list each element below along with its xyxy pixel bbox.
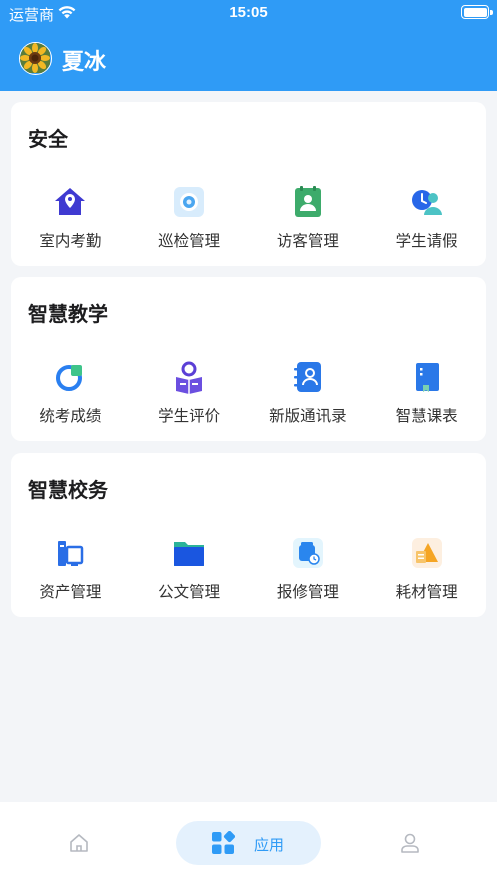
status-time: 15:05 [229, 4, 268, 21]
item-label: 学生评价 [158, 408, 221, 425]
section-title: 智慧校务 [28, 480, 108, 502]
section-title: 安全 [28, 129, 68, 151]
visitor-badge-icon [294, 186, 321, 217]
app-item-contacts[interactable]: 新版通讯录 [249, 359, 368, 426]
app-item-supplies[interactable]: 耗材管理 [367, 535, 486, 602]
section-smart-teaching: 智慧教学 统考成绩 学生评价 新版通讯录 智慧课表 [11, 277, 486, 441]
item-label: 巡检管理 [158, 233, 221, 250]
item-label: 智慧课表 [395, 408, 458, 425]
pie-chart-icon [56, 365, 83, 391]
tab-profile[interactable] [390, 821, 430, 865]
home-location-icon [55, 188, 86, 215]
app-item-visitor[interactable]: 访客管理 [249, 184, 368, 251]
app-item-timetable[interactable]: 智慧课表 [367, 359, 486, 426]
item-label: 学生请假 [395, 233, 458, 250]
item-label: 公文管理 [158, 584, 221, 601]
battery-icon [461, 5, 489, 19]
contact-book-icon [293, 362, 321, 392]
student-leave-icon [411, 190, 442, 215]
app-item-exam-scores[interactable]: 统考成绩 [11, 359, 130, 426]
app-item-repairs[interactable]: 报修管理 [249, 535, 368, 602]
section-security: 安全 室内考勤 巡检管理 访客管理 学生请假 [11, 102, 486, 266]
document-folder-icon [174, 542, 205, 566]
sunflower-avatar-icon [20, 43, 50, 73]
home-icon [70, 834, 88, 852]
app-header: 运营商 15:05 夏冰 [0, 0, 497, 91]
section-title: 智慧教学 [28, 304, 108, 326]
bottom-tab-bar: 应用 [0, 802, 497, 883]
apps-icon [212, 831, 235, 854]
student-reading-icon [176, 361, 203, 394]
schedule-book-icon [415, 363, 439, 392]
app-item-indoor-attendance[interactable]: 室内考勤 [11, 184, 130, 251]
item-label: 室内考勤 [39, 233, 102, 250]
status-bar: 运营商 15:05 [0, 0, 497, 26]
inspection-camera-icon [174, 187, 205, 217]
item-label: 资产管理 [39, 584, 102, 601]
app-item-assets[interactable]: 资产管理 [11, 535, 130, 602]
item-label: 统考成绩 [39, 408, 102, 425]
repair-icon [292, 538, 323, 568]
supplies-icon [411, 538, 442, 568]
app-item-documents[interactable]: 公文管理 [130, 535, 249, 602]
app-item-student-leave[interactable]: 学生请假 [367, 184, 486, 251]
tab-apps[interactable]: 应用 [176, 821, 321, 865]
item-label: 访客管理 [276, 233, 339, 250]
user-name: 夏冰 [62, 49, 107, 74]
item-label: 报修管理 [276, 584, 339, 601]
avatar[interactable] [19, 42, 52, 75]
app-item-inspection[interactable]: 巡检管理 [130, 184, 249, 251]
tab-apps-label: 应用 [254, 837, 285, 854]
asset-computer-icon [58, 541, 84, 566]
item-label: 耗材管理 [395, 584, 458, 601]
item-label: 新版通讯录 [269, 408, 347, 425]
tab-home[interactable] [60, 821, 100, 865]
user-icon [401, 833, 419, 853]
app-item-student-evaluation[interactable]: 学生评价 [130, 359, 249, 426]
section-smart-admin: 智慧校务 资产管理 公文管理 报修管理 耗材管理 [11, 453, 486, 617]
